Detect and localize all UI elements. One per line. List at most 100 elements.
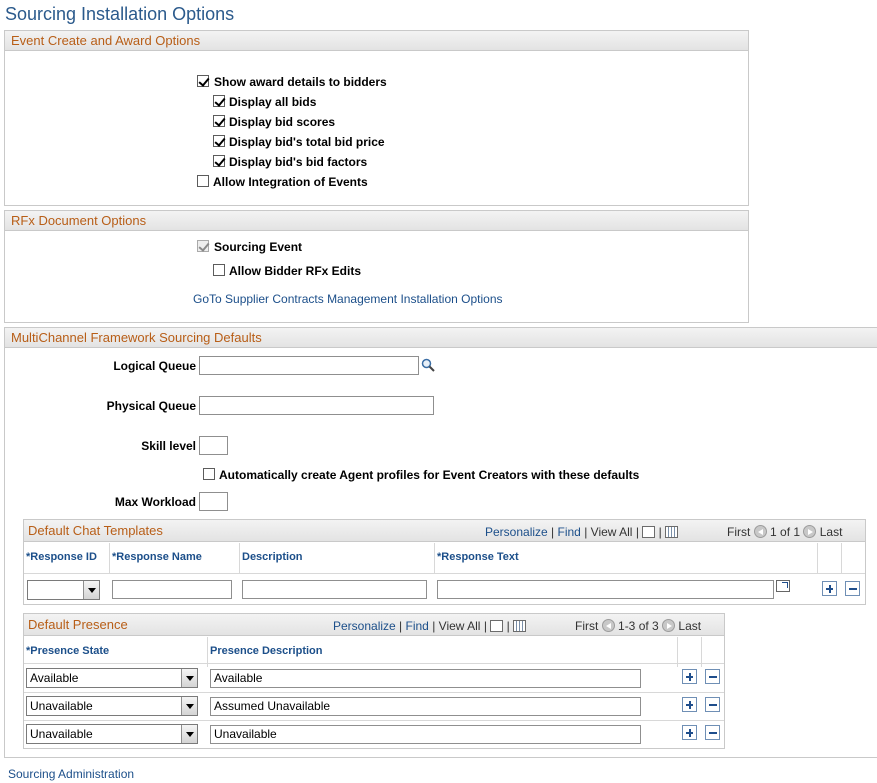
chat-next-icon[interactable] xyxy=(803,525,817,538)
presence-nav: Personalize | Find | View All | | xyxy=(333,619,527,633)
allow-bidder-edits-checkbox[interactable] xyxy=(213,264,225,276)
display-all-bids-label: Display all bids xyxy=(229,95,317,109)
response-text-expand-icon[interactable] xyxy=(776,580,790,592)
col-chat-add xyxy=(818,543,842,573)
presence-pagination: First 1-3 of 3 Last xyxy=(575,619,701,633)
response-id-dropdown-icon[interactable] xyxy=(83,581,99,599)
col-response-id[interactable]: *Response ID xyxy=(24,543,110,573)
col-description[interactable]: Description xyxy=(240,543,435,573)
display-bid-scores-checkbox[interactable] xyxy=(213,115,225,127)
sourcing-administration-link[interactable]: Sourcing Administration xyxy=(8,767,134,781)
presence-download-grid-icon[interactable] xyxy=(513,620,527,632)
show-award-details-label: Show award details to bidders xyxy=(214,75,387,89)
logical-queue-input[interactable] xyxy=(199,356,419,375)
chat-last-label: Last xyxy=(819,525,843,539)
presence-state-dropdown-icon-2[interactable] xyxy=(181,697,197,715)
display-bid-scores-label: Display bid scores xyxy=(229,115,336,129)
chat-first-label: First xyxy=(727,525,751,539)
mcf-header: MultiChannel Framework Sourcing Defaults xyxy=(5,328,877,348)
chat-separator-3: | xyxy=(635,525,639,539)
chat-download-grid-icon[interactable] xyxy=(665,526,679,538)
presence-description-input-3[interactable]: Unavailable xyxy=(210,725,641,744)
chat-range: 1 of 1 xyxy=(770,525,801,539)
display-bid-factors-checkbox[interactable] xyxy=(213,155,225,167)
display-all-bids-checkbox[interactable] xyxy=(213,95,225,107)
presence-state-value-2: Unavailable xyxy=(30,699,93,713)
presence-separator-2: | xyxy=(432,619,436,633)
auto-create-profiles-checkbox[interactable] xyxy=(203,468,215,480)
allow-integration-label: Allow Integration of Events xyxy=(213,175,368,189)
display-bid-factors-label: Display bid's bid factors xyxy=(229,155,368,169)
response-name-input[interactable] xyxy=(112,580,232,599)
presence-state-dropdown-icon-1[interactable] xyxy=(181,669,197,687)
presence-description-input-2[interactable]: Assumed Unavailable xyxy=(210,697,641,716)
presence-last-label: Last xyxy=(678,619,702,633)
col-response-name[interactable]: *Response Name xyxy=(110,543,240,573)
presence-grid: Default Presence Personalize | Find | Vi… xyxy=(23,613,725,749)
presence-description-input-1[interactable]: Available xyxy=(210,669,641,688)
skill-level-input[interactable] xyxy=(199,436,228,455)
physical-queue-input[interactable] xyxy=(199,396,434,415)
response-text-input[interactable] xyxy=(437,580,774,599)
rfx-options-group: RFx Document Options Sourcing Event Allo… xyxy=(4,210,749,323)
chat-view-all-link[interactable]: View All xyxy=(591,525,633,539)
chat-separator-1: | xyxy=(551,525,555,539)
allow-integration-checkbox[interactable] xyxy=(197,175,209,187)
chat-personalize-link[interactable]: Personalize xyxy=(485,525,548,539)
chat-new-window-icon[interactable] xyxy=(642,526,656,538)
response-id-select[interactable] xyxy=(27,580,100,600)
rfx-options-header: RFx Document Options xyxy=(5,211,748,231)
presence-find-link[interactable]: Find xyxy=(406,619,429,633)
presence-separator-1: | xyxy=(399,619,403,633)
chat-templates-title: Default Chat Templates xyxy=(28,523,163,538)
presence-add-row-button-3[interactable] xyxy=(682,725,697,740)
show-award-details-checkbox[interactable] xyxy=(197,75,209,87)
presence-personalize-link[interactable]: Personalize xyxy=(333,619,396,633)
lookup-search-icon[interactable] xyxy=(421,358,435,372)
chat-templates-grid: Default Chat Templates Personalize | Fin… xyxy=(23,519,866,605)
presence-state-select-2[interactable]: Unavailable xyxy=(26,696,198,716)
max-workload-input[interactable] xyxy=(199,492,228,511)
presence-next-icon[interactable] xyxy=(662,619,676,632)
presence-separator-4: | xyxy=(506,619,510,633)
presence-range: 1-3 of 3 xyxy=(618,619,659,633)
event-options-header: Event Create and Award Options xyxy=(5,31,748,51)
presence-add-row-button-1[interactable] xyxy=(682,669,697,684)
chat-pagination: First 1 of 1 Last xyxy=(727,525,842,539)
presence-delete-row-button-3[interactable] xyxy=(705,725,720,740)
display-total-bid-price-checkbox[interactable] xyxy=(213,135,225,147)
presence-header-line xyxy=(24,663,724,664)
presence-state-select-3[interactable]: Unavailable xyxy=(26,724,198,744)
presence-new-window-icon[interactable] xyxy=(490,620,504,632)
presence-add-row-button-2[interactable] xyxy=(682,697,697,712)
chat-templates-nav: Personalize | Find | View All | | xyxy=(485,525,679,539)
chat-header-line xyxy=(24,573,865,574)
presence-state-value-3: Unavailable xyxy=(30,727,93,741)
chat-separator-2: | xyxy=(584,525,588,539)
skill-level-label: Skill level xyxy=(141,439,196,453)
chat-delete-row-button[interactable] xyxy=(845,581,860,596)
presence-row-line-1 xyxy=(24,692,724,693)
presence-state-dropdown-icon-3[interactable] xyxy=(181,725,197,743)
chat-add-row-button[interactable] xyxy=(822,581,837,596)
presence-state-select-1[interactable]: Available xyxy=(26,668,198,688)
presence-row-line-2 xyxy=(24,720,724,721)
display-total-bid-price-label: Display bid's total bid price xyxy=(229,135,385,149)
event-options-group: Event Create and Award Options Show awar… xyxy=(4,30,749,206)
chat-find-link[interactable]: Find xyxy=(558,525,581,539)
auto-create-profiles-label: Automatically create Agent profiles for … xyxy=(219,468,640,482)
col-response-text[interactable]: *Response Text xyxy=(435,543,818,573)
presence-state-value-1: Available xyxy=(30,671,79,685)
presence-title: Default Presence xyxy=(28,617,128,632)
presence-delete-row-button-2[interactable] xyxy=(705,697,720,712)
goto-supplier-contracts-link[interactable]: GoTo Supplier Contracts Management Insta… xyxy=(193,292,503,306)
chat-prev-icon[interactable] xyxy=(753,525,767,538)
presence-delete-row-button-1[interactable] xyxy=(705,669,720,684)
logical-queue-label: Logical Queue xyxy=(113,359,196,373)
presence-view-all-link[interactable]: View All xyxy=(439,619,481,633)
presence-separator-3: | xyxy=(483,619,487,633)
description-input[interactable] xyxy=(242,580,427,599)
page-title: Sourcing Installation Options xyxy=(5,4,235,24)
presence-prev-icon[interactable] xyxy=(601,619,615,632)
allow-bidder-edits-label: Allow Bidder RFx Edits xyxy=(229,264,362,278)
